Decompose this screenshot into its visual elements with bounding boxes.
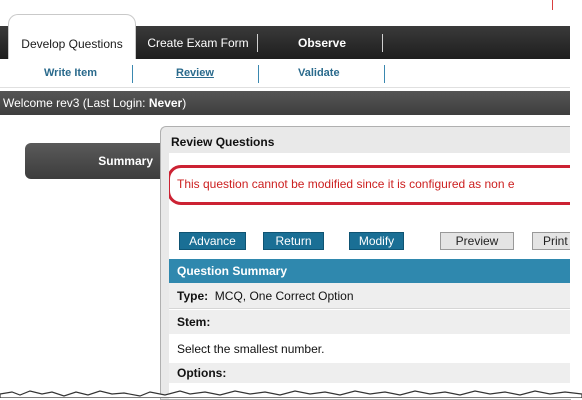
type-value: MCQ, One Correct Option: [214, 289, 354, 303]
error-highlight-ring: [169, 165, 571, 205]
page-right-margin: [570, 0, 582, 398]
summary-side-tab[interactable]: Summary: [25, 143, 161, 179]
subnav-separator: [258, 65, 259, 83]
main-tab-bar: Develop Questions Create Exam Form Obser…: [0, 14, 570, 59]
stem-label: Stem:: [169, 310, 571, 334]
review-questions-panel: Review Questions This question cannot be…: [160, 126, 571, 400]
subnav-separator: [384, 65, 385, 83]
tab-separator: [382, 34, 383, 52]
welcome-bar: Welcome rev3 (Last Login: Never): [0, 91, 570, 115]
options-label: Options:: [169, 363, 571, 383]
subnav-write-item[interactable]: Write Item: [44, 67, 97, 79]
preview-button[interactable]: Preview: [440, 232, 514, 250]
summary-label: Summary: [98, 154, 153, 168]
welcome-prefix: Welcome rev3 (Last Login:: [3, 96, 149, 110]
welcome-suffix: ): [182, 96, 187, 110]
stem-text: Select the smallest number.: [177, 342, 325, 356]
tab-develop-questions[interactable]: Develop Questions: [8, 14, 136, 59]
advance-button[interactable]: Advance: [179, 232, 246, 250]
subnav-review[interactable]: Review: [176, 67, 214, 79]
tab-separator: [257, 34, 258, 52]
annotation-mark: [552, 0, 553, 10]
tab-observe[interactable]: Observe: [262, 26, 382, 59]
torn-edge-decoration: [0, 390, 582, 398]
subnav-validate[interactable]: Validate: [298, 67, 340, 79]
sub-navigation: Write Item Review Validate: [0, 59, 570, 88]
panel-body: This question cannot be modified since i…: [169, 153, 571, 399]
return-button[interactable]: Return: [263, 232, 324, 250]
type-label: Type:: [177, 289, 209, 303]
modify-button[interactable]: Modify: [349, 232, 404, 250]
panel-title: Review Questions: [171, 135, 275, 149]
print-button[interactable]: Print: [532, 232, 571, 250]
question-summary-header: Question Summary: [169, 259, 571, 283]
tab-create-exam-form[interactable]: Create Exam Form: [140, 26, 256, 59]
subnav-separator: [132, 65, 133, 83]
type-row: Type: MCQ, One Correct Option: [169, 283, 571, 309]
last-login-value: Never: [148, 96, 183, 110]
